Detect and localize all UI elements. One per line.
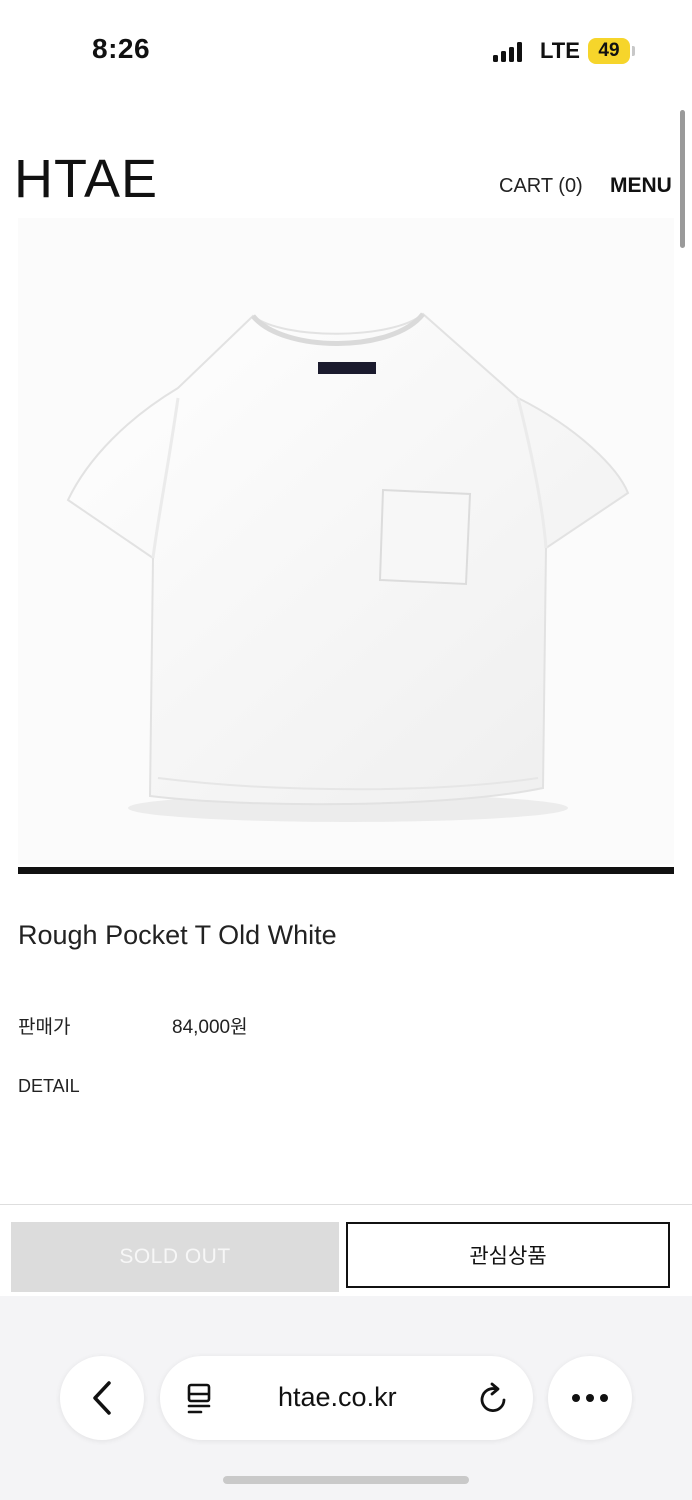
price-value: 84,000원 bbox=[172, 1017, 248, 1038]
section-divider bbox=[18, 867, 674, 874]
reload-icon[interactable] bbox=[478, 1381, 510, 1415]
address-bar[interactable]: htae.co.kr bbox=[160, 1356, 533, 1440]
url-text[interactable]: htae.co.kr bbox=[278, 1382, 397, 1413]
menu-button[interactable]: MENU bbox=[610, 174, 672, 198]
sold-out-button[interactable]: SOLD OUT bbox=[11, 1222, 339, 1292]
product-image[interactable] bbox=[18, 218, 674, 864]
chevron-left-icon bbox=[93, 1381, 111, 1415]
bottom-separator bbox=[0, 1204, 692, 1205]
wishlist-button[interactable]: 관심상품 bbox=[346, 1222, 670, 1288]
home-indicator bbox=[223, 1476, 469, 1484]
detail-link[interactable]: DETAIL bbox=[18, 1076, 80, 1097]
battery-tip bbox=[632, 46, 635, 56]
back-button[interactable] bbox=[60, 1356, 144, 1440]
status-time: 8:26 bbox=[92, 33, 151, 64]
battery-level: 49 bbox=[598, 40, 620, 61]
product-name: Rough Pocket T Old White bbox=[18, 920, 337, 950]
cart-link[interactable]: CART (0) bbox=[499, 175, 583, 198]
ellipsis-icon bbox=[572, 1394, 608, 1402]
price-label: 판매가 bbox=[18, 1017, 71, 1038]
tshirt-illustration bbox=[66, 312, 630, 822]
signal-strength-icon bbox=[493, 42, 523, 62]
more-button[interactable] bbox=[548, 1356, 632, 1440]
site-logo[interactable]: HTAE bbox=[14, 152, 158, 206]
battery-icon: 49 bbox=[588, 38, 630, 64]
reader-icon[interactable] bbox=[184, 1382, 214, 1414]
network-type: LTE bbox=[540, 38, 580, 63]
page-scrollbar[interactable] bbox=[680, 110, 685, 248]
